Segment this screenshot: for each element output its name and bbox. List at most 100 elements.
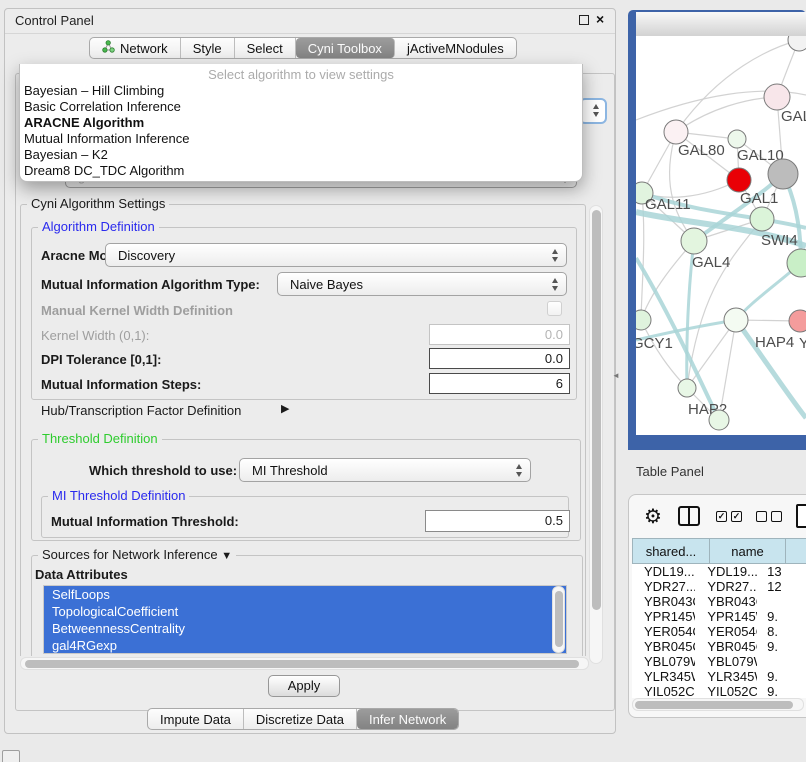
tab-infer-network[interactable]: Infer Network xyxy=(357,709,458,729)
select-all-checkbox-icon-2[interactable]: ✓ xyxy=(731,511,742,522)
network-window-titlebar[interactable] xyxy=(636,12,806,37)
network-node-hap4[interactable] xyxy=(724,308,748,332)
mi-type-value: Naive Bayes xyxy=(278,277,363,292)
algorithm-option-bayesian-k2[interactable]: Bayesian – K2 xyxy=(24,147,578,163)
settings-vertical-scrollbar[interactable] xyxy=(589,205,603,664)
network-node-hap2[interactable] xyxy=(678,379,696,397)
network-node-gal10[interactable] xyxy=(728,130,746,148)
deselect-all-checkbox-icon[interactable] xyxy=(756,511,767,522)
network-node[interactable] xyxy=(709,410,729,430)
manual-kernel-label: Manual Kernel Width Definition xyxy=(41,303,233,318)
tab-discretize-data[interactable]: Discretize Data xyxy=(244,709,357,729)
table-cell[interactable]: YBR045C xyxy=(632,639,695,654)
apply-button[interactable]: Apply xyxy=(268,675,340,697)
table-cell[interactable]: YLR345W xyxy=(695,669,757,684)
table-cell[interactable]: YBR043C xyxy=(632,594,695,609)
popup-item-list: Bayesian – Hill ClimbingBasic Correlatio… xyxy=(24,83,578,179)
combo-stepper-icon xyxy=(516,464,530,477)
table-horizontal-scrollbar[interactable] xyxy=(632,698,804,711)
table-cell[interactable]: YDL19... xyxy=(695,564,757,579)
table-cell[interactable]: YDL19... xyxy=(632,564,695,579)
algorithm-option-mutual-information-inference[interactable]: Mutual Information Inference xyxy=(24,131,578,147)
network-edge[interactable] xyxy=(687,320,736,388)
table-row: YLR345WYLR345W9. xyxy=(632,669,806,684)
table-body: YDL19...YDL19...13YDR27...YDR27...12YBR0… xyxy=(632,564,806,698)
table-cell[interactable]: YIL052C xyxy=(695,684,757,698)
export-table-icon[interactable] xyxy=(796,504,806,528)
hub-expand-icon[interactable]: ▶ xyxy=(281,402,289,415)
table-cell[interactable]: 13 xyxy=(757,564,806,579)
table-cell[interactable]: YER054C xyxy=(695,624,757,639)
column-layout-icon[interactable] xyxy=(678,506,700,526)
inference-algorithm-combo-fragment[interactable] xyxy=(579,98,607,124)
aracne-mode-combo[interactable]: Discovery xyxy=(105,243,567,267)
tab-cyni-toolbox[interactable]: Cyni Toolbox xyxy=(296,38,395,58)
control-panel-tabbar: NetworkStyleSelectCyni ToolboxjActiveMNo… xyxy=(89,37,517,59)
table-cell[interactable]: YDR27... xyxy=(695,579,757,594)
algorithm-option-dream8-dc-tdc-algorithm[interactable]: Dream8 DC_TDC Algorithm xyxy=(24,163,578,179)
kernel-width-field[interactable]: 0.0 xyxy=(429,324,570,345)
attributes-list-scrollbar[interactable] xyxy=(552,586,565,653)
panel-splitter-handle[interactable]: ◄ xyxy=(612,371,620,380)
which-threshold-combo[interactable]: MI Threshold xyxy=(239,458,531,482)
close-panel-icon[interactable]: × xyxy=(596,11,604,27)
table-cell[interactable]: 9. xyxy=(757,684,806,698)
tab-network[interactable]: Network xyxy=(90,38,181,58)
network-node[interactable] xyxy=(768,159,798,189)
tab-impute-data[interactable]: Impute Data xyxy=(148,709,244,729)
table-cell[interactable]: YER054C xyxy=(632,624,695,639)
network-node[interactable] xyxy=(727,168,751,192)
table-cell[interactable]: 8. xyxy=(757,624,806,639)
network-node-gcy1[interactable] xyxy=(636,310,651,330)
manual-kernel-checkbox[interactable] xyxy=(547,301,562,316)
network-edge[interactable] xyxy=(642,180,739,197)
table-cell[interactable]: YBL079W xyxy=(632,654,695,669)
network-node-gal1[interactable] xyxy=(750,207,774,231)
mi-threshold-field[interactable]: 0.5 xyxy=(425,510,570,532)
settings-horizontal-scrollbar[interactable] xyxy=(20,657,589,670)
attribute-item-topologicalcoefficient[interactable]: TopologicalCoefficient xyxy=(44,603,566,620)
gear-icon[interactable]: ⚙ xyxy=(644,504,662,529)
tab-jactivemnodules[interactable]: jActiveMNodules xyxy=(395,38,516,58)
table-cell[interactable]: YBR043C xyxy=(695,594,757,609)
column-header-name[interactable]: name xyxy=(710,538,786,564)
network-node[interactable] xyxy=(788,36,806,51)
network-node-gal80[interactable] xyxy=(664,120,688,144)
mi-steps-field[interactable]: 6 xyxy=(429,373,570,394)
tab-style[interactable]: Style xyxy=(181,38,235,58)
network-node-gal4[interactable] xyxy=(681,228,707,254)
table-cell[interactable]: YPR145W xyxy=(695,609,757,624)
table-cell[interactable]: YPR145W xyxy=(632,609,695,624)
column-header-shared[interactable]: shared... xyxy=(632,538,710,564)
attribute-item-betweennesscentrality[interactable]: BetweennessCentrality xyxy=(44,620,566,637)
table-cell[interactable]: 9. xyxy=(757,669,806,684)
deselect-all-checkbox-icon-2[interactable] xyxy=(771,511,782,522)
algorithm-option-aracne-algorithm[interactable]: ARACNE Algorithm xyxy=(24,115,578,131)
network-canvas[interactable]: GAL2GAL80GAL10GAL1GAL11GAL4SWI4GCY1HAP4Y… xyxy=(636,36,806,435)
attribute-item-gal4rgexp[interactable]: gal4RGexp xyxy=(44,637,566,654)
data-attributes-label: Data Attributes xyxy=(35,567,128,582)
table-cell[interactable]: 9. xyxy=(757,639,806,654)
table-cell[interactable]: 12 xyxy=(757,579,806,594)
column-header-a[interactable]: A xyxy=(786,538,806,564)
table-cell[interactable]: 9. xyxy=(757,609,806,624)
algorithm-option-bayesian-hill-climbing[interactable]: Bayesian – Hill Climbing xyxy=(24,83,578,99)
table-cell[interactable]: YBL079W xyxy=(695,654,757,669)
algorithm-option-basic-correlation-inference[interactable]: Basic Correlation Inference xyxy=(24,99,578,115)
network-node-gal2[interactable] xyxy=(764,84,790,110)
table-cell[interactable]: YDR27... xyxy=(632,579,695,594)
float-panel-icon[interactable] xyxy=(579,15,589,25)
table-cell[interactable]: YBR045C xyxy=(695,639,757,654)
tab-select[interactable]: Select xyxy=(235,38,296,58)
application-window: Control Panel × NetworkStyleSelectCyni T… xyxy=(0,0,806,762)
table-row: YIL052CYIL052C9. xyxy=(632,684,806,698)
panel-corner-button[interactable] xyxy=(2,750,20,762)
attribute-item-selfloops[interactable]: SelfLoops xyxy=(44,586,566,603)
select-all-checkbox-icon[interactable]: ✓ xyxy=(716,511,727,522)
table-cell[interactable]: YLR345W xyxy=(632,669,695,684)
network-node-y[interactable] xyxy=(789,310,806,332)
table-cell[interactable]: YIL052C xyxy=(632,684,695,698)
mi-type-combo[interactable]: Naive Bayes xyxy=(277,272,567,296)
sources-collapse-icon[interactable]: ▼ xyxy=(221,550,232,562)
dpi-tolerance-field[interactable]: 0.0 xyxy=(429,348,570,369)
